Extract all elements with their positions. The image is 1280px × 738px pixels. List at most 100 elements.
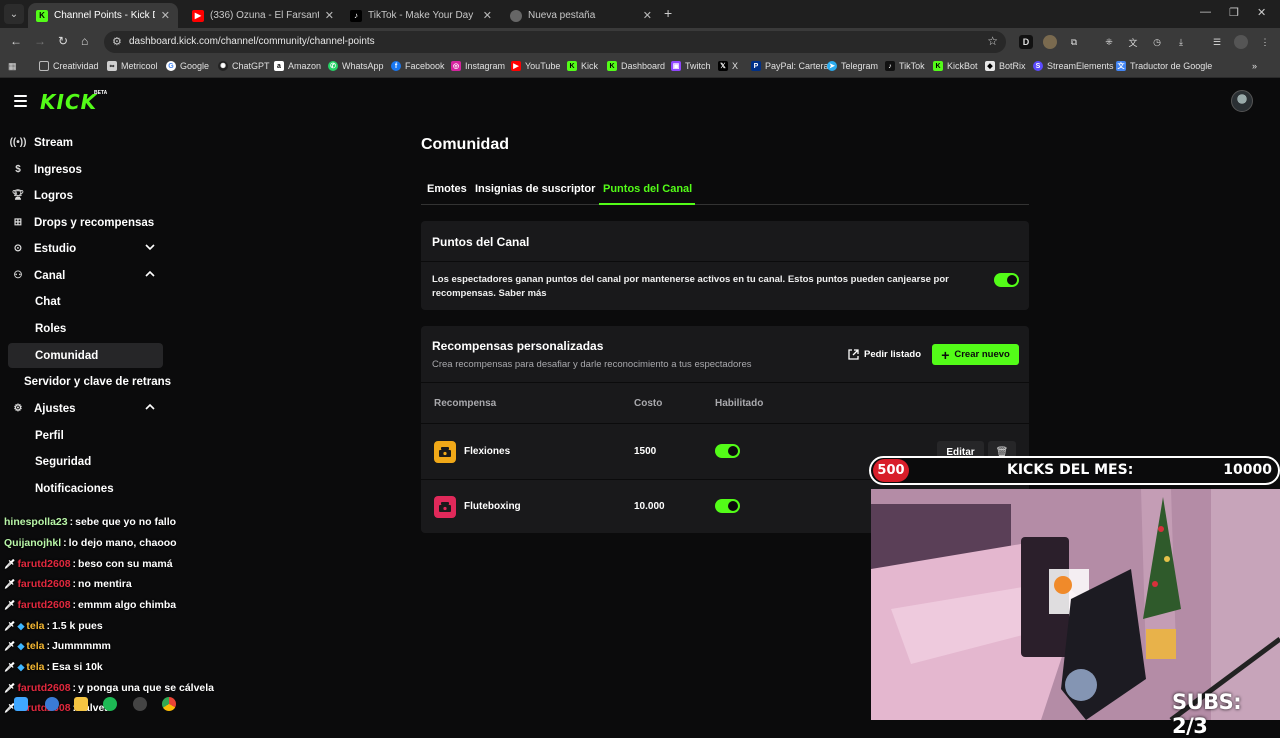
sidebar-item-seguridad[interactable]: Seguridad — [8, 449, 163, 474]
channel-points-toggle[interactable] — [994, 273, 1019, 287]
obs-icon[interactable] — [133, 697, 147, 711]
tab-puntos-del-canal[interactable]: Puntos del Canal — [603, 183, 692, 195]
bookmark-paypal[interactable]: P PayPal: Cartera — [751, 61, 829, 71]
bookmark-twitch[interactable]: ▣ Twitch — [671, 61, 711, 71]
bookmark-youtube[interactable]: ▶ YouTube — [511, 61, 560, 71]
close-tab-icon[interactable]: ✕ — [483, 9, 492, 22]
sidebar-item-roles[interactable]: Roles — [8, 316, 163, 341]
chat-text: beso con su mamá — [78, 558, 173, 570]
bookmark-facebook[interactable]: f Facebook — [391, 61, 445, 71]
sidebar-item-logros[interactable]: 🏆︎ Logros — [8, 183, 163, 208]
kick-logo[interactable]: KICK — [40, 90, 97, 114]
sidebar-item-ajustes[interactable]: ⚙ Ajustes — [8, 396, 163, 421]
browser-menu-icon[interactable]: ⋮ — [1258, 35, 1272, 49]
tab-search-button[interactable]: ⌄ — [4, 4, 24, 24]
bookmark-translate[interactable]: 文 Traductor de Google — [1116, 61, 1212, 71]
chrome-icon[interactable] — [162, 697, 176, 711]
sidebar-item-drops[interactable]: ⊞ Drops y recompensas — [8, 210, 163, 235]
reload-icon[interactable]: ↻ — [58, 34, 68, 48]
app-icon[interactable] — [45, 697, 59, 711]
create-new-button[interactable]: + Crear nuevo — [932, 344, 1019, 365]
tab-groups-icon[interactable]: ⁜ — [1102, 35, 1116, 49]
extension-d-icon[interactable]: D — [1019, 35, 1033, 49]
bookmark-instagram[interactable]: ◎ Instagram — [451, 61, 505, 71]
browser-tab-youtube[interactable]: ▶ (336) Ozuna - El Farsante (Audio) ✕ — [184, 3, 342, 28]
sidebar-item-label: Ajustes — [34, 402, 76, 415]
sidebar-item-stream[interactable]: ((•)) Stream — [8, 130, 163, 155]
bookmark-telegram[interactable]: ➤ Telegram — [827, 61, 878, 71]
tab-title: (336) Ozuna - El Farsante (Audio) — [210, 10, 319, 21]
chatgpt-icon: ✺ — [218, 61, 228, 71]
more-bookmarks-icon[interactable]: » — [1252, 61, 1257, 71]
chevron-up-icon[interactable] — [143, 267, 157, 281]
chat-text: no mentira — [78, 578, 132, 590]
translate-icon[interactable]: 文 — [1126, 35, 1140, 49]
bookmark-label: X — [732, 61, 739, 71]
bookmark-google[interactable]: G Google — [166, 61, 209, 71]
download-icon[interactable]: ⤓ — [1174, 35, 1188, 49]
sidebar-item-estudio[interactable]: ⊙ Estudio — [8, 236, 163, 261]
kick-icon: K — [607, 61, 617, 71]
windows-start-icon[interactable] — [14, 697, 28, 711]
profile-avatar-icon[interactable] — [1234, 35, 1248, 49]
bookmark-whatsapp[interactable]: ✆ WhatsApp — [328, 61, 384, 71]
browser-tab-tiktok[interactable]: ♪ TikTok - Make Your Day ✕ — [342, 3, 500, 28]
sidebar-item-servidor[interactable]: Servidor y clave de retrans — [8, 369, 178, 394]
minimize-icon[interactable]: — — [1200, 6, 1211, 18]
chevron-up-icon[interactable] — [143, 400, 157, 414]
bookmark-botrix[interactable]: ◆ BotRix — [985, 61, 1026, 71]
site-info-icon[interactable]: ⚙ — [112, 35, 122, 48]
user-avatar[interactable] — [1231, 90, 1253, 112]
sidebar-item-perfil[interactable]: Perfil — [8, 423, 163, 448]
extension-avatar-icon[interactable] — [1043, 35, 1057, 49]
sidebar-item-canal[interactable]: ⚇ Canal — [8, 263, 163, 288]
bookmark-kick[interactable]: K Kick — [567, 61, 598, 71]
bookmark-star-icon[interactable]: ☆ — [987, 34, 998, 48]
reward-enabled-toggle[interactable] — [715, 444, 740, 458]
sidebar-item-label: Estudio — [34, 242, 77, 255]
telegram-icon: ➤ — [827, 61, 837, 71]
address-bar[interactable]: ⚙ dashboard.kick.com/channel/community/c… — [104, 31, 1006, 53]
forward-icon[interactable]: → — [34, 34, 46, 48]
bookmark-amazon[interactable]: a Amazon — [274, 61, 321, 71]
browser-tab-new[interactable]: Nueva pestaña ✕ — [502, 3, 660, 28]
folder-icon[interactable] — [74, 697, 88, 711]
window-close-icon[interactable]: ✕ — [1257, 6, 1266, 19]
request-list-button[interactable]: Pedir listado — [842, 344, 927, 365]
reading-list-icon[interactable]: ☰ — [1210, 35, 1224, 49]
bookmark-chatgpt[interactable]: ✺ ChatGPT — [218, 61, 270, 71]
close-tab-icon[interactable]: ✕ — [643, 9, 652, 22]
maximize-icon[interactable]: ❐ — [1229, 6, 1239, 19]
bookmark-creatividad[interactable]: Creatividad — [39, 61, 99, 71]
home-icon[interactable]: ⌂ — [81, 34, 88, 48]
gem-badge-icon: ◆ — [17, 661, 25, 672]
bookmark-label: PayPal: Cartera — [765, 61, 829, 71]
bookmark-dashboard[interactable]: K Dashboard — [607, 61, 665, 71]
back-icon[interactable]: ← — [10, 34, 22, 48]
bookmark-streamelements[interactable]: S StreamElements — [1033, 61, 1114, 71]
hamburger-menu-icon[interactable] — [14, 95, 27, 107]
bookmark-metricool[interactable]: ∞ Metricool — [107, 61, 158, 71]
new-tab-icon[interactable]: + — [664, 5, 672, 21]
close-tab-icon[interactable]: ✕ — [325, 9, 334, 22]
tab-emotes[interactable]: Emotes — [427, 183, 467, 195]
sidebar-item-chat[interactable]: Chat — [8, 289, 163, 314]
bookmark-label: Metricool — [121, 61, 158, 71]
spotify-icon[interactable] — [103, 697, 117, 711]
chevron-down-icon[interactable] — [143, 240, 157, 254]
channel-points-description: Los espectadores ganan puntos del canal … — [432, 274, 949, 299]
extensions-puzzle-icon[interactable]: ⧉ — [1067, 35, 1081, 49]
bookmark-tiktok[interactable]: ♪ TikTok — [885, 61, 925, 71]
close-tab-icon[interactable]: ✕ — [161, 9, 170, 22]
bookmark-kickbot[interactable]: K KickBot — [933, 61, 978, 71]
tab-insignias[interactable]: Insignias de suscriptor — [475, 183, 595, 195]
sidebar-item-ingresos[interactable]: $ Ingresos — [8, 157, 163, 182]
apps-grid-icon[interactable]: ▦ — [8, 61, 17, 72]
url-text: dashboard.kick.com/channel/community/cha… — [129, 36, 375, 47]
browser-tab-kick-dashboard[interactable]: K Channel Points - Kick Dashboard ✕ — [28, 3, 178, 28]
reward-enabled-toggle[interactable] — [715, 499, 740, 513]
bookmark-x[interactable]: 𝕏X — [718, 61, 738, 71]
history-icon[interactable]: ◷ — [1150, 35, 1164, 49]
sidebar-item-notificaciones[interactable]: Notificaciones — [8, 476, 163, 501]
sidebar-item-comunidad[interactable]: Comunidad — [8, 343, 163, 368]
